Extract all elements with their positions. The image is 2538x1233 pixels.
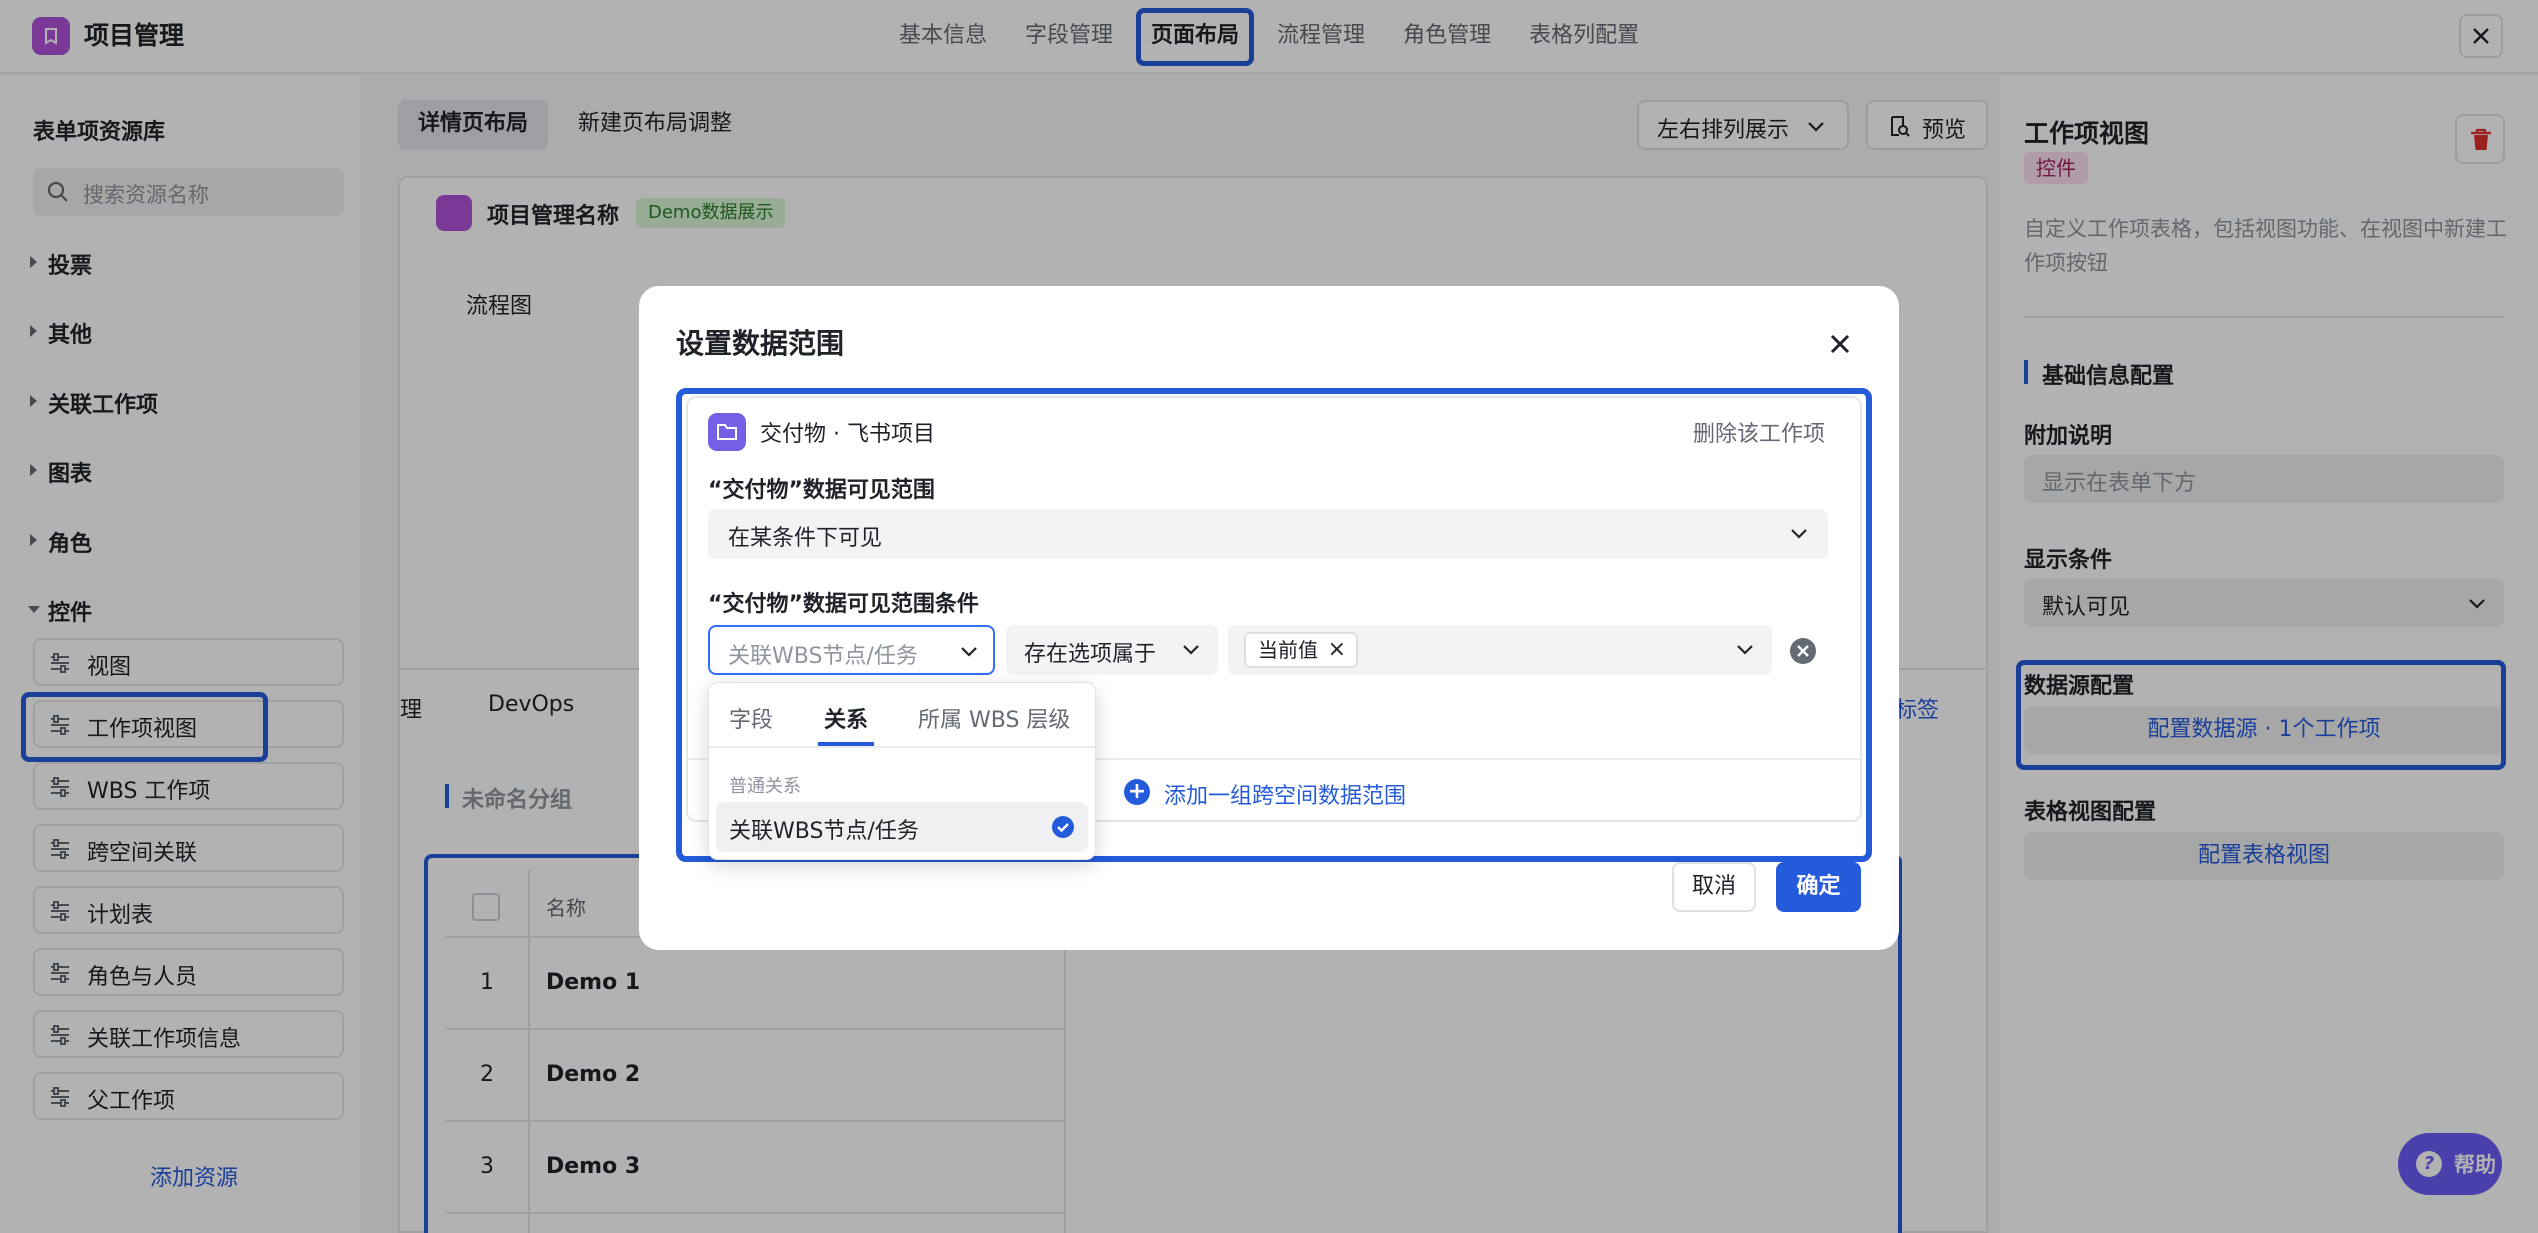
check-icon bbox=[1052, 816, 1074, 838]
dropdown-divider bbox=[709, 746, 1095, 748]
dropdown-tab-wbs-level[interactable]: 所属 WBS 层级 bbox=[918, 702, 1070, 734]
confirm-button[interactable]: 确定 bbox=[1776, 862, 1861, 912]
dropdown-tab-relation[interactable]: 关系 bbox=[824, 702, 868, 734]
dropdown-tab-field[interactable]: 字段 bbox=[729, 702, 773, 734]
close-icon bbox=[1830, 334, 1850, 354]
app-root: 项目管理 基本信息 字段管理 页面布局 流程管理 角色管理 表格列配置 表单项资… bbox=[0, 0, 2538, 1233]
modal-title: 设置数据范围 bbox=[676, 327, 845, 360]
modal-close-button[interactable] bbox=[1822, 326, 1858, 362]
dropdown-option-wbs[interactable]: 关联WBS节点/任务 bbox=[716, 802, 1088, 852]
dropdown-group-label: 普通关系 bbox=[729, 776, 801, 797]
cancel-button[interactable]: 取消 bbox=[1672, 862, 1756, 912]
